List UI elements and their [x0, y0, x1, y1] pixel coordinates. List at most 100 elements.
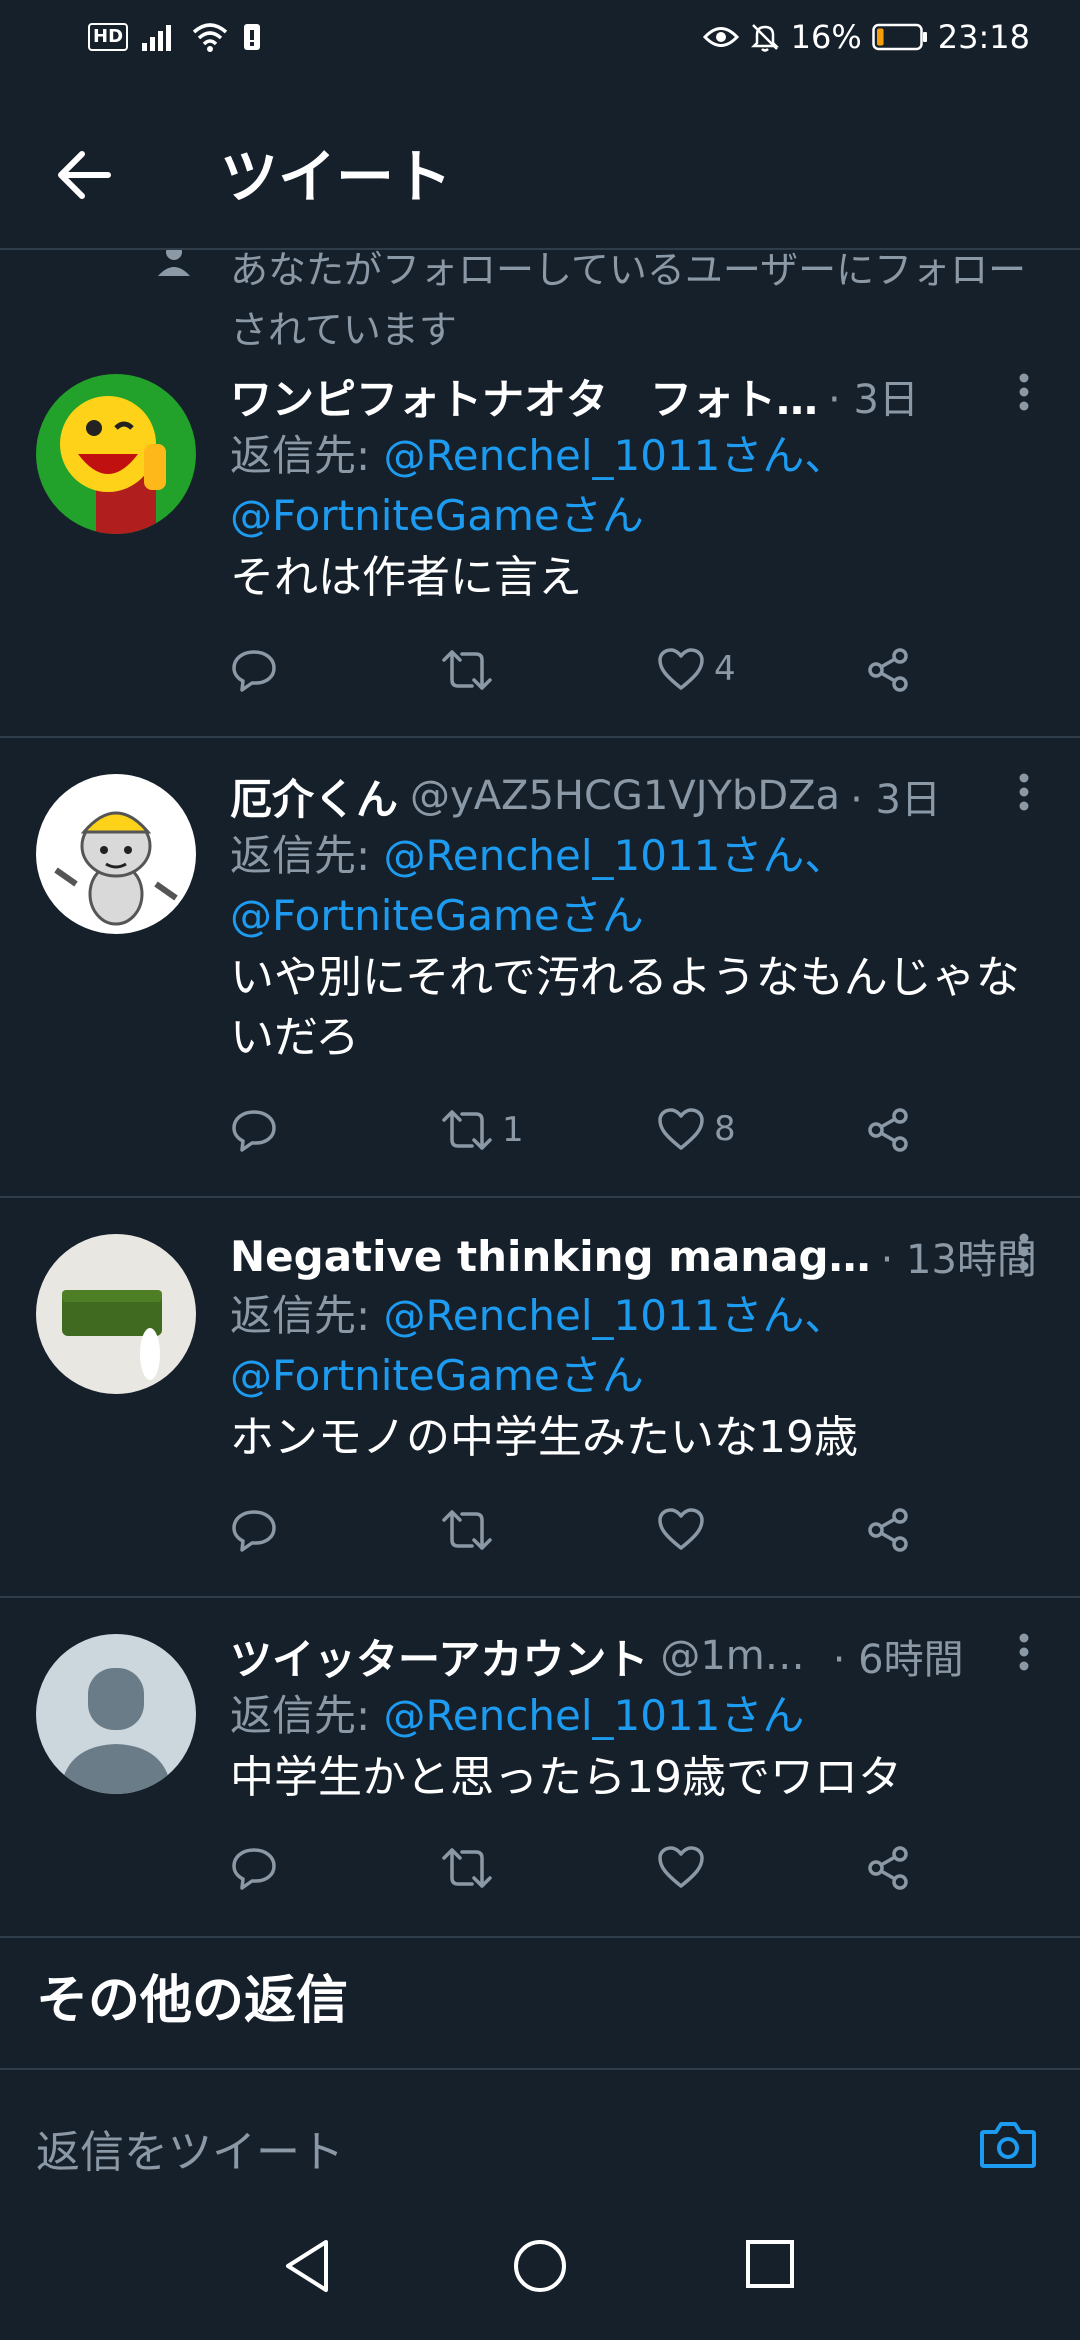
mention-link[interactable]: @Renchel_1011さん — [384, 1691, 805, 1740]
reply-to-label: 返信先: — [230, 431, 384, 480]
more-options-button[interactable] — [1018, 372, 1030, 412]
social-context-text: あなたがフォローしているユーザーにフォローされています — [230, 248, 1027, 350]
mention-link[interactable]: @Renchel_1011さん、 — [384, 431, 847, 480]
retweet-button[interactable] — [440, 1506, 502, 1554]
display-name[interactable]: 厄介くん — [230, 766, 398, 827]
eye-icon — [702, 24, 739, 50]
retweet-button[interactable] — [440, 646, 502, 694]
share-icon — [868, 648, 908, 692]
heart-icon — [658, 1508, 704, 1550]
mention-link[interactable]: @FortniteGameさん — [230, 1351, 644, 1400]
camera-button[interactable] — [978, 2116, 1038, 2172]
social-context: あなたがフォローしているユーザーにフォローされています — [0, 240, 1080, 350]
compose-placeholder: 返信をツイート — [36, 2127, 344, 2178]
share-icon — [868, 1846, 908, 1890]
retweet-count: 1 — [502, 1110, 524, 1150]
tweet-time: · 6時間 — [832, 1637, 964, 1683]
reply-to-label: 返信先: — [230, 1691, 384, 1740]
share-button[interactable] — [864, 1506, 912, 1554]
tweet-text: 中学生かと思ったら19歳でワロタ — [230, 1752, 902, 1803]
display-name[interactable]: ツイッターアカウント — [230, 1626, 648, 1687]
reply-button[interactable] — [230, 646, 278, 694]
battery-percent: 16% — [790, 18, 862, 56]
more-vertical-icon — [1019, 1633, 1029, 1671]
cake-avatar[interactable] — [36, 1234, 196, 1394]
back-button[interactable] — [50, 140, 120, 210]
page-title: ツイート — [220, 143, 453, 211]
more-replies-heading[interactable]: その他の返信 — [36, 1958, 348, 2033]
default-avatar[interactable] — [36, 1634, 196, 1794]
like-button[interactable] — [656, 1506, 714, 1552]
like-button[interactable]: 4 — [656, 646, 736, 692]
reply-to-line: 返信先: @Renchel_1011さん、 @FortniteGameさん — [230, 1286, 1050, 1406]
share-button[interactable] — [864, 646, 912, 694]
reply-button[interactable] — [230, 1106, 278, 1154]
retweet-button[interactable]: 1 — [440, 1106, 524, 1154]
heart-icon — [658, 1846, 704, 1888]
tweet-header: 厄介くん @yAZ5HCG1VJYbDZa · 3日 — [230, 766, 1050, 826]
mention-link[interactable]: @Renchel_1011さん、 — [384, 831, 847, 880]
clock: 23:18 — [937, 18, 1030, 56]
display-name[interactable]: ワンピフォトナオタ フォト… — [230, 366, 818, 427]
nav-back-button[interactable] — [282, 2238, 332, 2294]
retweet-icon — [442, 1110, 492, 1150]
more-options-button[interactable] — [1018, 1632, 1030, 1672]
display-name[interactable]: Negative thinking manag… — [230, 1232, 871, 1281]
share-icon — [868, 1508, 908, 1552]
more-vertical-icon — [1019, 773, 1029, 811]
tweet-text: ホンモノの中学生みたいな19歳 — [230, 1412, 858, 1463]
user-handle[interactable]: @1m… — [660, 1633, 804, 1679]
tweet-text: それは作者に言え — [230, 552, 582, 603]
tweet-header: ツイッターアカウント @1m… · 6時間 — [230, 1626, 1050, 1686]
wifi-icon — [192, 22, 228, 52]
retweet-icon — [442, 650, 492, 690]
comment-icon — [232, 1110, 276, 1152]
like-count: 4 — [714, 649, 736, 689]
retweet-icon — [442, 1848, 492, 1888]
battery-icon — [872, 23, 928, 51]
square-recents-icon — [746, 2240, 794, 2288]
tweet-time: · 3日 — [828, 377, 919, 423]
mention-link[interactable]: @FortniteGameさん — [230, 491, 644, 540]
mute-bell-icon — [749, 21, 781, 53]
more-options-button[interactable] — [1018, 1232, 1030, 1272]
comment-icon — [232, 650, 276, 692]
reply-to-line: 返信先: @Renchel_1011さん — [230, 1686, 1050, 1746]
reply-button[interactable] — [230, 1506, 278, 1554]
more-vertical-icon — [1019, 1233, 1029, 1271]
circle-home-icon — [514, 2240, 566, 2292]
reply-tweet[interactable]: ワンピフォトナオタ フォト… · 3日 返信先: @Renchel_1011さん… — [0, 350, 1080, 738]
retweet-button[interactable] — [440, 1844, 502, 1892]
reply-button[interactable] — [230, 1844, 278, 1892]
nav-recents-button[interactable] — [744, 2238, 796, 2290]
status-bar: HD 16% 23:18 — [0, 0, 1080, 84]
tweet-text: いや別にそれで汚れるようなもんじゃないだろ — [230, 952, 1020, 1063]
mention-link[interactable]: @FortniteGameさん — [230, 891, 644, 940]
more-options-button[interactable] — [1018, 772, 1030, 812]
pacman-avatar[interactable] — [36, 374, 196, 534]
reply-compose-field[interactable]: 返信をツイート — [36, 2104, 1044, 2203]
share-icon — [868, 1108, 908, 1152]
reply-tweet[interactable]: Negative thinking manag… · 13時間 返信先: @Re… — [0, 1198, 1080, 1598]
tweet-header: Negative thinking manag… · 13時間 — [230, 1226, 1050, 1286]
tweet-actions — [230, 1844, 930, 1904]
nav-home-button[interactable] — [512, 2238, 568, 2294]
reply-tweet[interactable]: 厄介くん @yAZ5HCG1VJYbDZa · 3日 返信先: @Renchel… — [0, 738, 1080, 1198]
reply-tweet[interactable]: ツイッターアカウント @1m… · 6時間 返信先: @Renchel_1011… — [0, 1598, 1080, 1938]
like-button[interactable] — [656, 1844, 714, 1890]
triangle-back-icon — [286, 2240, 328, 2292]
mention-link[interactable]: @Renchel_1011さん、 — [384, 1291, 847, 1340]
signal-icon — [142, 23, 178, 51]
app-bar: ツイート — [0, 84, 1080, 250]
user-handle[interactable]: @yAZ5HCG1VJYbDZa — [410, 773, 840, 819]
like-button[interactable]: 8 — [656, 1106, 736, 1152]
tweet-time: · 13時間 — [880, 1237, 1037, 1283]
share-button[interactable] — [864, 1844, 912, 1892]
sim-icon — [242, 22, 262, 52]
camera-icon — [980, 2122, 1036, 2168]
like-count: 8 — [714, 1109, 736, 1149]
tweet-header: ワンピフォトナオタ フォト… · 3日 — [230, 366, 1050, 426]
cat-avatar[interactable] — [36, 774, 196, 934]
share-button[interactable] — [864, 1106, 912, 1154]
reply-to-line: 返信先: @Renchel_1011さん、 @FortniteGameさん — [230, 826, 1050, 946]
